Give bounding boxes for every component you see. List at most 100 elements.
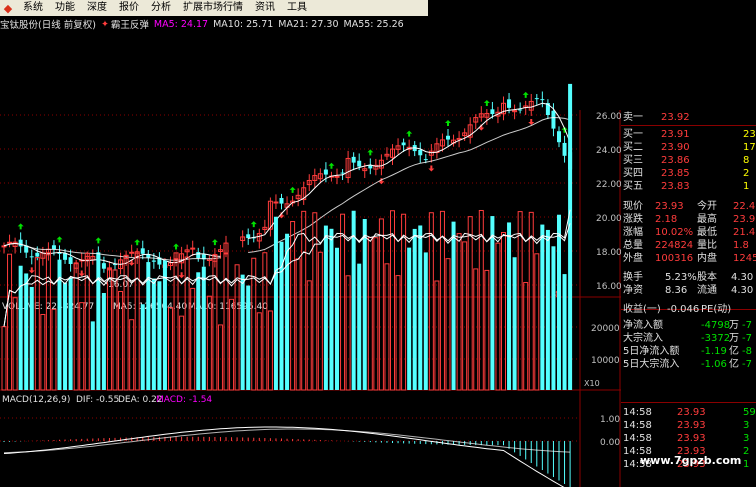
volume-bar <box>101 292 106 390</box>
stat-row[interactable]: 涨跌 2.18 最高 23.9 <box>621 214 756 226</box>
volume-unit-label: X10 <box>584 379 600 388</box>
sell-signal-arrow <box>428 165 435 172</box>
candle-body <box>323 169 328 175</box>
candle-body <box>246 234 251 239</box>
volume-bar <box>495 242 501 391</box>
tick-row[interactable]: 14:58 23.93 3 <box>621 420 756 432</box>
stat-value: 12450 <box>733 253 756 264</box>
volume-bar <box>340 213 346 391</box>
stat-row[interactable]: 现价 23.93 今开 22.4 <box>621 201 756 213</box>
candle-body <box>490 109 495 115</box>
macd-dif-line <box>3 426 565 487</box>
stat-value: 100316 <box>655 253 694 264</box>
stat-value: 2.18 <box>655 214 678 225</box>
volume-bar <box>79 302 85 391</box>
stat-row[interactable]: 涨幅 10.02% 最低 21.4 <box>621 227 756 239</box>
buy-signal-arrow <box>250 221 257 228</box>
volume-bar <box>329 228 334 390</box>
kline-chart[interactable]: 26.00 24.00 22.00 20.00 18.00 16.00 16.0… <box>0 0 621 487</box>
stat-label: 最高 <box>697 214 717 225</box>
flow-row[interactable]: 大宗流入 -3372 万 -7 <box>621 333 756 345</box>
stat-label: 现价 <box>623 201 643 212</box>
buy-signal-arrow <box>211 239 218 246</box>
volume-bar <box>229 298 235 391</box>
tick-row[interactable]: 14:58 23.93 3 <box>621 433 756 445</box>
volume-bar <box>168 307 173 391</box>
volume-bar <box>146 262 151 390</box>
flow-label: 净流入额 <box>623 320 663 331</box>
volume-bar <box>473 268 479 391</box>
fundamental-label: 流通 <box>697 285 717 296</box>
fundamental-row[interactable]: 净资 8.36 流通 4.30 <box>621 285 756 297</box>
volume-bar <box>512 257 517 390</box>
flow-unit: 亿 <box>729 359 739 370</box>
volume-bar <box>151 278 156 390</box>
volume-bar <box>484 269 490 391</box>
macd-lines <box>3 426 571 487</box>
candle-body <box>518 109 523 111</box>
candle-body <box>334 175 340 178</box>
volume-bar <box>90 321 95 390</box>
volume-bar <box>140 304 145 390</box>
tick-time: 14:58 <box>623 407 652 418</box>
stat-row[interactable]: 外盘 100316内盘 12450 <box>621 253 756 265</box>
volume-bar <box>301 210 307 391</box>
volume-bar <box>68 277 73 390</box>
bid-row[interactable]: 买一 23.91 23 <box>621 129 756 141</box>
stat-label: 今开 <box>697 201 717 212</box>
price-tick-label: 20.00 <box>596 214 621 224</box>
bid-price: 23.85 <box>661 168 690 179</box>
candle-body <box>190 247 196 250</box>
flow-value: -3372 <box>701 333 731 344</box>
stat-value: 21.4 <box>733 227 756 238</box>
bid-label: 买五 <box>623 181 643 192</box>
buy-signal-arrow <box>445 120 451 127</box>
stat-value: 10.02% <box>655 227 694 238</box>
flow-tail: -8 <box>742 346 752 357</box>
bid-price: 23.91 <box>661 129 690 140</box>
bid-row[interactable]: 买二 23.90 17 <box>621 142 756 154</box>
candle-body <box>51 245 56 250</box>
bid-row[interactable]: 买四 23.85 2 <box>621 168 756 180</box>
volume-bar <box>378 218 384 391</box>
fundamental-label: 换手 <box>623 272 643 283</box>
volume-bar <box>367 237 373 391</box>
candle-body <box>562 142 567 156</box>
buy-signal-arrow <box>134 239 141 246</box>
tick-volume: 59 <box>743 407 756 418</box>
flow-row[interactable]: 5日净流入额 -1.19 亿 -8 <box>621 346 756 358</box>
volume-tick-label: 10000 <box>591 356 620 366</box>
volume-bar <box>262 252 268 391</box>
volume-bar <box>362 219 367 390</box>
price-axis: 26.00 24.00 22.00 20.00 18.00 16.00 <box>0 112 621 292</box>
candle-body <box>557 131 561 143</box>
volume-bar <box>96 255 101 390</box>
flow-tail: -7 <box>742 359 752 370</box>
stat-row[interactable]: 总量 224824 量比 1.8 <box>621 240 756 252</box>
bid-volume: 8 <box>743 155 750 166</box>
candle-body <box>540 99 545 101</box>
buy-signal-arrow <box>17 223 24 230</box>
candle-body <box>357 160 362 167</box>
buy-signal-arrow <box>483 100 490 107</box>
volume-bar <box>557 214 561 390</box>
bid-row[interactable]: 买五 23.83 1 <box>621 181 756 193</box>
sell-signal-arrow <box>78 270 85 277</box>
volume-bar <box>317 251 323 391</box>
fundamental-row[interactable]: 换手 5.23% 股本 4.30 <box>621 272 756 284</box>
flow-row[interactable]: 5日大宗流入 -1.06 亿 -7 <box>621 359 756 371</box>
flow-value: -1.19 <box>701 346 727 357</box>
flow-row[interactable]: 净流入额 -4798 万 -7 <box>621 320 756 332</box>
bid-row[interactable]: 买三 23.86 8 <box>621 155 756 167</box>
fundamental-value: 4.30 <box>731 285 754 296</box>
tick-row[interactable]: 14:58 23.93 59 <box>621 407 756 419</box>
bid-volume: 17 <box>743 142 756 153</box>
volume-bar <box>256 312 262 391</box>
tick-volume: 3 <box>743 433 750 444</box>
candle-body <box>418 149 423 156</box>
bid-label: 买三 <box>623 155 643 166</box>
volume-bar <box>234 264 240 391</box>
ask-row[interactable]: 卖一 23.92 <box>621 112 756 124</box>
stat-label: 涨幅 <box>623 227 643 238</box>
bid-volume: 2 <box>743 168 750 179</box>
